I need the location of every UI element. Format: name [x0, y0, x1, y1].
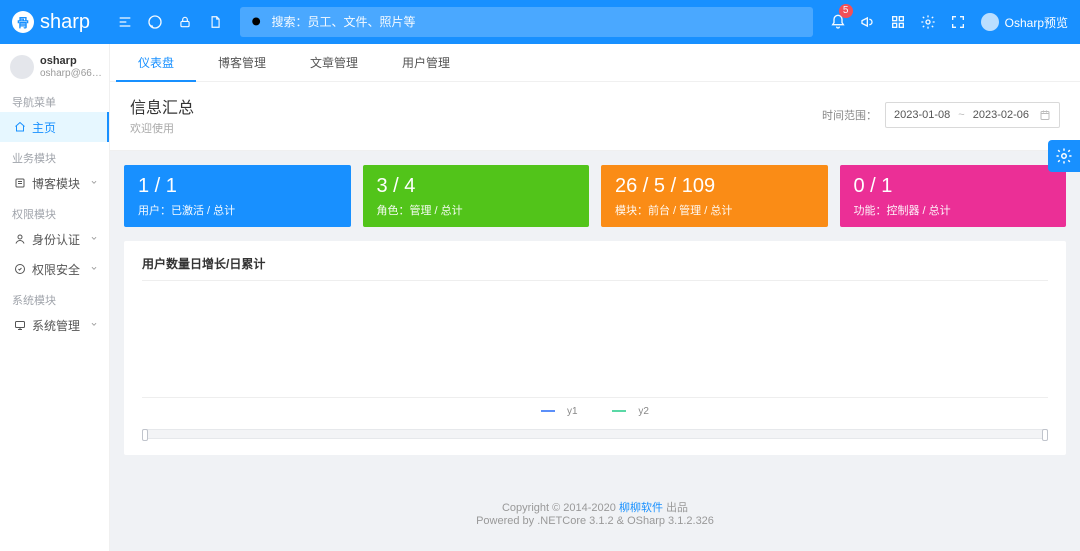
sidebar-group-title: 导航菜单 [0, 86, 109, 112]
sidebar-item-security[interactable]: 权限安全 [0, 254, 109, 284]
page-subtitle: 欢迎使用 [130, 120, 194, 136]
footer-copy-a: Copyright © 2014-2020 [502, 502, 619, 514]
sidebar-item-identity[interactable]: 身份认证 [0, 224, 109, 254]
date-range-sep: ~ [958, 109, 964, 121]
sidebar-item-blog-module[interactable]: 博客模块 [0, 168, 109, 198]
date-range-picker[interactable]: 时间范围： 2023-01-08 ~ 2023-02-06 [822, 102, 1060, 128]
chart-legend: y1 y2 [142, 398, 1048, 421]
card-value: 26 / 5 / 109 [615, 174, 814, 198]
document-icon[interactable] [200, 0, 230, 44]
sidebar-item-label: 主页 [32, 119, 56, 136]
search-icon [250, 15, 263, 29]
sidebar: osharp osharp@66soft.ne 导航菜单主页业务模块博客模块权限… [0, 44, 110, 551]
scrollbar-handle-left[interactable] [142, 429, 148, 441]
card-caption: 角色：管理 / 总计 [377, 202, 576, 218]
current-user-menu[interactable]: Osharp预览 [981, 13, 1068, 31]
card-value: 1 / 1 [138, 174, 337, 198]
chart-title: 用户数量日增长/日累计 [142, 255, 1048, 272]
brand-mark-icon: 骨 [12, 11, 34, 33]
header-actions: 5 Osharp预览 [823, 0, 1068, 44]
avatar-icon [981, 13, 999, 31]
summary-card-3[interactable]: 0 / 1 功能：控制器 / 总计 [840, 165, 1067, 227]
chevron-down-icon [89, 262, 99, 276]
summary-card-0[interactable]: 1 / 1 用户：已激活 / 总计 [124, 165, 351, 227]
card-caption: 功能：控制器 / 总计 [854, 202, 1053, 218]
github-icon[interactable] [140, 0, 170, 44]
profile-name: osharp [40, 54, 106, 68]
theme-settings-button[interactable] [1048, 140, 1080, 172]
brand-name: sharp [40, 11, 90, 34]
settings-icon[interactable] [913, 0, 943, 44]
menu-toggle-icon[interactable] [110, 0, 140, 44]
calendar-icon [1039, 109, 1051, 121]
tab-blog[interactable]: 博客管理 [196, 44, 288, 82]
sidebar-group-title: 业务模块 [0, 142, 109, 168]
summary-card-2[interactable]: 26 / 5 / 109 模块：前台 / 管理 / 总计 [601, 165, 828, 227]
chevron-down-icon [89, 232, 99, 246]
legend-item-y1[interactable]: y1 [533, 406, 586, 417]
sidebar-group-title: 系统模块 [0, 284, 109, 310]
brand-logo[interactable]: 骨 sharp [0, 11, 110, 34]
scrollbar-handle-right[interactable] [1042, 429, 1048, 441]
date-range-start[interactable]: 2023-01-08 [894, 109, 950, 121]
page-tabs: 仪表盘博客管理文章管理用户管理 [110, 44, 1080, 82]
profile-email: osharp@66soft.ne [40, 68, 106, 80]
sidebar-item-label: 博客模块 [32, 175, 80, 192]
announce-icon[interactable] [853, 0, 883, 44]
sidebar-item-home[interactable]: 主页 [0, 112, 109, 142]
lock-icon[interactable] [170, 0, 200, 44]
footer-vendor-link[interactable]: 柳柳软件 [619, 502, 663, 514]
apps-grid-icon[interactable] [883, 0, 913, 44]
chevron-down-icon [89, 176, 99, 190]
tab-article[interactable]: 文章管理 [288, 44, 380, 82]
sidebar-item-system[interactable]: 系统管理 [0, 310, 109, 340]
fullscreen-icon[interactable] [943, 0, 973, 44]
footer-copy-b: 出品 [666, 502, 688, 514]
growth-chart-panel: 用户数量日增长/日累计 y1 y2 [124, 241, 1066, 455]
summary-card-1[interactable]: 3 / 4 角色：管理 / 总计 [363, 165, 590, 227]
avatar-icon [10, 55, 34, 79]
date-range-end[interactable]: 2023-02-06 [973, 109, 1029, 121]
main-content: 仪表盘博客管理文章管理用户管理 信息汇总 欢迎使用 时间范围： 2023-01-… [110, 44, 1080, 551]
sidebar-item-label: 权限安全 [32, 261, 80, 278]
tab-users[interactable]: 用户管理 [380, 44, 472, 82]
footer-powered-by: Powered by .NETCore 3.1.2 & OSharp 3.1.2… [110, 515, 1080, 527]
sidebar-item-label: 系统管理 [32, 317, 80, 334]
sidebar-profile[interactable]: osharp osharp@66soft.ne [0, 44, 109, 86]
chevron-down-icon [89, 318, 99, 332]
gear-icon [1055, 147, 1073, 165]
chart-scrollbar[interactable] [142, 429, 1048, 439]
global-search[interactable] [240, 7, 813, 37]
legend-item-y2[interactable]: y2 [604, 406, 657, 417]
chart-area [142, 280, 1048, 398]
date-range-label: 时间范围： [822, 107, 877, 123]
page-footer: Copyright © 2014-2020 柳柳软件 出品 Powered by… [110, 469, 1080, 537]
notifications-badge: 5 [839, 4, 853, 18]
card-caption: 模块：前台 / 管理 / 总计 [615, 202, 814, 218]
app-header: 骨 sharp 5 Osharp预览 [0, 0, 1080, 44]
card-value: 0 / 1 [854, 174, 1053, 198]
search-input[interactable] [271, 15, 802, 29]
summary-cards: 1 / 1 用户：已激活 / 总计 3 / 4 角色：管理 / 总计 26 / 5 / … [110, 151, 1080, 227]
sidebar-group-title: 权限模块 [0, 198, 109, 224]
tab-dashboard[interactable]: 仪表盘 [116, 44, 196, 82]
card-value: 3 / 4 [377, 174, 576, 198]
notifications-button[interactable]: 5 [823, 0, 853, 44]
current-user-label: Osharp预览 [1005, 14, 1068, 31]
card-caption: 用户：已激活 / 总计 [138, 202, 337, 218]
page-header: 信息汇总 欢迎使用 时间范围： 2023-01-08 ~ 2023-02-06 [110, 82, 1080, 151]
page-title: 信息汇总 [130, 94, 194, 118]
sidebar-item-label: 身份认证 [32, 231, 80, 248]
